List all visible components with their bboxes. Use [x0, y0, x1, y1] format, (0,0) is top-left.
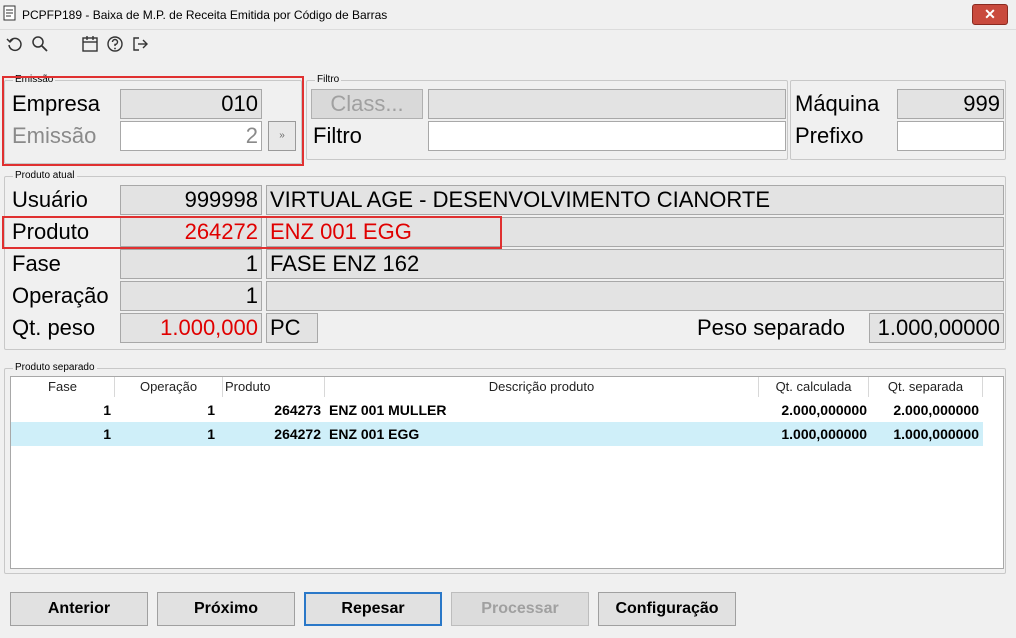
operacao-label: Operação: [12, 283, 109, 308]
row-descricao: ENZ 001 MULLER: [329, 402, 447, 418]
row-qt-separada: 1.000,000000: [893, 426, 979, 442]
row-operacao: 1: [207, 402, 215, 418]
col-header-descricao[interactable]: Descrição produto: [325, 377, 759, 397]
produto-separado-grid[interactable]: Fase Operação Produto Descrição produto …: [10, 376, 1004, 569]
produto-separado-legend: Produto separado: [13, 361, 97, 374]
emissao-legend: Emissão: [13, 73, 56, 86]
usuario-label: Usuário: [12, 187, 88, 212]
row-produto: 264273: [274, 402, 321, 418]
operacao-code-field: 1: [120, 281, 262, 311]
qt-peso-field: 1.000,000: [120, 313, 262, 343]
peso-separado-field: 1.000,00000: [869, 313, 1004, 343]
refresh-icon[interactable]: [6, 35, 24, 53]
table-row[interactable]: 1 1 264273 ENZ 001 MULLER 2.000,000000 2…: [11, 398, 983, 422]
help-icon[interactable]: [106, 35, 124, 53]
class-field[interactable]: [428, 89, 786, 119]
row-fase: 1: [103, 402, 111, 418]
row-operacao: 1: [207, 426, 215, 442]
col-header-operacao[interactable]: Operação: [115, 377, 223, 397]
row-qt-calculada: 2.000,000000: [781, 402, 867, 418]
empresa-field[interactable]: 010: [120, 89, 262, 119]
row-qt-calculada: 1.000,000000: [781, 426, 867, 442]
class-button[interactable]: Class...: [311, 89, 423, 119]
row-descricao: ENZ 001 EGG: [329, 426, 420, 442]
prefixo-field[interactable]: [897, 121, 1004, 151]
produto-code-field: 264272: [120, 217, 262, 247]
emissao-field[interactable]: 2: [120, 121, 262, 151]
filtro-field[interactable]: [428, 121, 786, 151]
filtro-legend: Filtro: [315, 73, 342, 86]
processar-button[interactable]: Processar: [451, 592, 589, 626]
document-icon: [2, 4, 18, 22]
window-title: PCPFP189 - Baixa de M.P. de Receita Emit…: [22, 8, 388, 22]
emissao-lookup-button[interactable]: »: [268, 121, 296, 151]
usuario-code-field: 999998: [120, 185, 262, 215]
col-header-fase[interactable]: Fase: [11, 377, 115, 397]
anterior-button[interactable]: Anterior: [10, 592, 148, 626]
table-row-selected[interactable]: 1 1 264272 ENZ 001 EGG 1.000,000000 1.00…: [11, 422, 983, 446]
row-qt-separada: 2.000,000000: [893, 402, 979, 418]
configuracao-button[interactable]: Configuração: [598, 592, 736, 626]
emissao-label: Emissão: [12, 123, 97, 148]
fase-label: Fase: [12, 251, 61, 276]
close-button[interactable]: ✕: [972, 4, 1008, 25]
col-header-qt-calculada[interactable]: Qt. calculada: [759, 377, 869, 397]
operacao-name-field: [266, 281, 1004, 311]
title-bar: PCPFP189 - Baixa de M.P. de Receita Emit…: [0, 0, 1016, 30]
unit-field: PC: [266, 313, 318, 343]
search-icon[interactable]: [31, 35, 49, 53]
fase-name-field: FASE ENZ 162: [266, 249, 1004, 279]
row-fase: 1: [103, 426, 111, 442]
exit-icon[interactable]: [131, 35, 149, 53]
toolbar: [0, 30, 1016, 58]
calendar-icon[interactable]: [81, 35, 99, 53]
empresa-label: Empresa: [12, 91, 101, 116]
filtro-label: Filtro: [313, 123, 362, 148]
fase-code-field: 1: [120, 249, 262, 279]
peso-separado-label: Peso separado: [697, 315, 845, 340]
produto-label: Produto: [12, 219, 90, 244]
col-header-qt-separada[interactable]: Qt. separada: [869, 377, 983, 397]
usuario-name-field: VIRTUAL AGE - DESENVOLVIMENTO CIANORTE: [266, 185, 1004, 215]
maquina-label: Máquina: [795, 91, 880, 116]
grid-header: Fase Operação Produto Descrição produto …: [11, 377, 1003, 397]
col-header-produto[interactable]: Produto: [223, 377, 325, 397]
prefixo-label: Prefixo: [795, 123, 864, 148]
repesar-button[interactable]: Repesar: [304, 592, 442, 626]
qt-peso-label: Qt. peso: [12, 315, 96, 340]
row-produto: 264272: [274, 426, 321, 442]
proximo-button[interactable]: Próximo: [157, 592, 295, 626]
produto-name-field: ENZ 001 EGG: [266, 217, 1004, 247]
maquina-field[interactable]: 999: [897, 89, 1004, 119]
produto-atual-legend: Produto atual: [13, 169, 77, 182]
